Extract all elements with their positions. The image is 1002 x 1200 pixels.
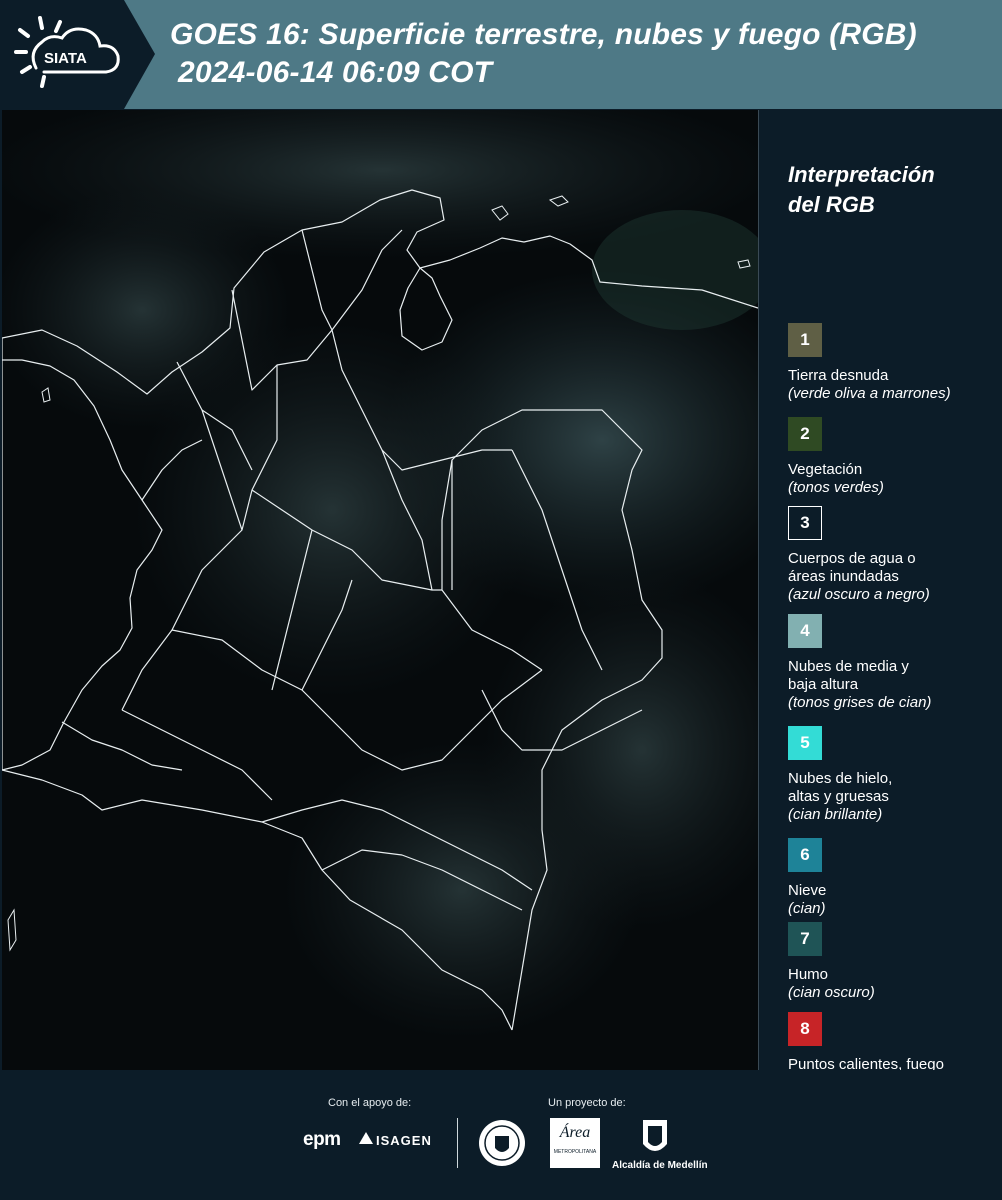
legend-item-2: 2 Vegetación (tonos verdes) (788, 417, 884, 497)
antioquia-seal-icon (479, 1120, 525, 1166)
legend-label-line: Nieve (788, 882, 827, 899)
legend-title: Interpretación del RGB (788, 160, 998, 220)
legend-label-2: Vegetación (tonos verdes) (788, 461, 884, 497)
legend-title-line-2: del RGB (788, 192, 875, 217)
legend-label-line: altas y gruesas (788, 788, 889, 805)
legend-swatch-5: 5 (788, 726, 822, 760)
title-line-1: GOES 16: Superficie terrestre, nubes y f… (170, 18, 917, 51)
legend-label-line: Nubes de media y (788, 658, 909, 675)
legend-label-line: Tierra desnuda (788, 367, 889, 384)
satellite-map-svg (2, 110, 758, 1070)
area-metropolitana-logo: Área METROPOLITANA (550, 1118, 600, 1168)
legend-note: (tonos verdes) (788, 479, 884, 496)
legend-label-5: Nubes de hielo, altas y gruesas (cian bril… (788, 770, 892, 824)
legend-label-line: Vegetación (788, 461, 863, 478)
legend-note: (tonos grises de cian) (788, 694, 932, 711)
legend-item-4: 4 Nubes de media y baja altura (tonos grise… (788, 614, 931, 712)
legend-label-line: áreas inundadas (788, 568, 899, 585)
project-label: Un proyecto de: (548, 1097, 626, 1109)
legend-item-1: 1 Tierra desnuda (verde oliva a marrones) (788, 323, 951, 403)
area-logo-subtext: METROPOLITANA (553, 1149, 597, 1155)
legend-note: (cian brillante) (788, 806, 883, 823)
legend-item-7: 7 Humo (cian oscuro) (788, 922, 875, 1002)
legend-label-7: Humo (cian oscuro) (788, 966, 875, 1002)
legend-swatch-2: 2 (788, 417, 822, 451)
legend-swatch-3: 3 (788, 506, 822, 540)
legend-label-line: Cuerpos de agua o (788, 550, 916, 567)
support-label: Con el apoyo de: (328, 1097, 412, 1109)
epm-logo: epm (303, 1129, 341, 1150)
legend-note: (cian oscuro) (788, 984, 875, 1001)
legend-title-line-1: Interpretación (788, 162, 935, 187)
legend-swatch-6: 6 (788, 838, 822, 872)
legend-item-5: 5 Nubes de hielo, altas y gruesas (cian bri… (788, 726, 892, 824)
medellin-shield-icon (643, 1120, 667, 1151)
siata-logo: SIATA (14, 16, 120, 88)
legend-note: (cian) (788, 900, 826, 917)
legend-label-4: Nubes de media y baja altura (tonos grises… (788, 658, 931, 712)
legend-swatch-8: 8 (788, 1012, 822, 1046)
legend-label-3: Cuerpos de agua o áreas inundadas (azul os… (788, 550, 930, 604)
legend-item-6: 6 Nieve (cian) (788, 838, 826, 918)
medellin-logo-text: Alcaldía de Medellín (612, 1160, 708, 1171)
legend-label-line: Humo (788, 966, 829, 983)
legend-label-6: Nieve (cian) (788, 882, 826, 918)
legend-panel: Interpretación del RGB 1 Tierra desnuda (v… (788, 160, 998, 1091)
legend-note: (verde oliva a marrones) (788, 385, 951, 402)
satellite-map[interactable] (2, 110, 759, 1070)
legend-note: (azul oscuro a negro) (788, 586, 930, 603)
logo-text: SIATA (44, 50, 87, 67)
isagen-logo-icon (359, 1132, 373, 1144)
legend-swatch-4: 4 (788, 614, 822, 648)
area-logo-text: Área (559, 1124, 591, 1141)
title-line-2: 2024-06-14 06:09 COT (178, 56, 493, 89)
isagen-logo: ISAGEN (376, 1133, 432, 1148)
legend-label-line: baja altura (788, 676, 859, 693)
legend-label-1: Tierra desnuda (verde oliva a marrones) (788, 367, 951, 403)
legend-swatch-1: 1 (788, 323, 822, 357)
legend-label-line: Nubes de hielo, (788, 770, 893, 787)
legend-swatch-7: 7 (788, 922, 822, 956)
legend-item-3: 3 Cuerpos de agua o áreas inundadas (azul o… (788, 506, 930, 604)
page-title: GOES 16: Superficie terrestre, nubes y f… (170, 16, 917, 92)
footer-divider (457, 1118, 458, 1168)
